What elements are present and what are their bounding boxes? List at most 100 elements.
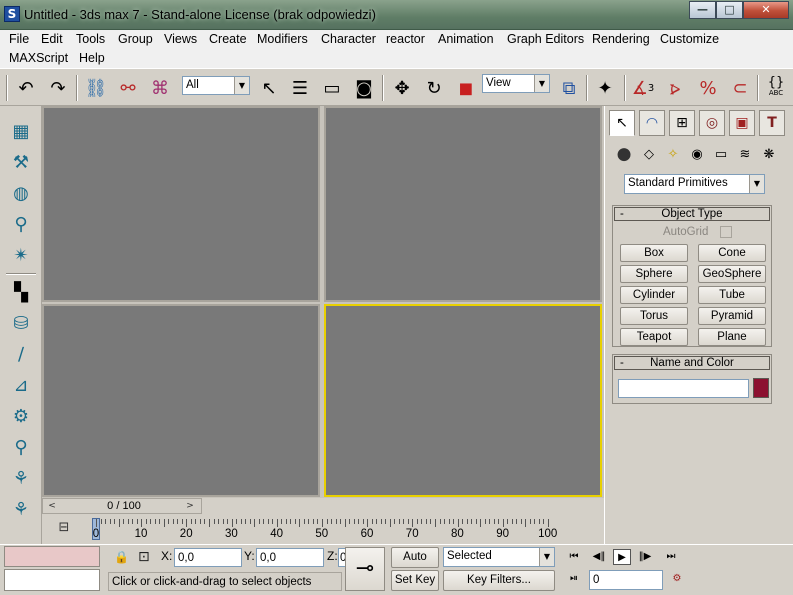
viewport-top-left[interactable] [42,106,320,302]
teapot-button[interactable]: Teapot [620,328,688,346]
menu-graph-editors[interactable]: Graph Editors [505,32,586,46]
geometry-icon[interactable]: ● [613,143,635,165]
close-button[interactable]: ✕ [743,1,789,19]
create-shape-icon[interactable]: ⚒ [8,149,34,175]
next-frame-icon[interactable]: > [183,500,197,512]
checker-icon[interactable]: ▚ [8,279,34,305]
set-key-icon[interactable]: ⊸ [345,547,385,591]
select-by-name-icon[interactable]: ☰ [287,75,313,101]
menu-views[interactable]: Views [162,32,199,46]
menu-group[interactable]: Group [116,32,155,46]
hierarchy-tab-icon[interactable]: ⊞ [669,110,695,136]
particle-icon[interactable]: ⚲ [8,434,34,460]
menu-character[interactable]: Character [319,32,378,46]
torus-button[interactable]: Torus [620,307,688,325]
3ds-max-logo-icon[interactable]: S [4,6,20,22]
key-filters-button[interactable]: Key Filters... [443,570,555,591]
menu-file[interactable]: File [7,32,31,46]
space-warps-icon[interactable]: ≋ [734,143,756,165]
modify-tab-icon[interactable]: ◠ [639,110,665,136]
play-icon[interactable]: ▶ [613,549,631,565]
maxscript-listener-mini[interactable] [4,546,100,567]
scale-icon[interactable]: ◼ [453,75,479,101]
auto-key-button[interactable]: Auto Key [391,547,439,582]
create-sphere-icon[interactable]: ◍ [8,180,34,206]
x-coordinate-field[interactable]: 0,0 [174,548,242,567]
pyramid-button[interactable]: Pyramid [698,307,766,325]
track-bar[interactable]: ⊟ 0 10 20 30 40 50 60 70 80 90 100 [42,514,604,544]
create-tab-icon[interactable]: ↖ [609,110,635,136]
select-and-link-icon[interactable]: ⛓ [83,75,109,101]
percent-snap-icon[interactable]: % [695,75,721,101]
y-coordinate-field[interactable]: 0,0 [256,548,324,567]
helpers-icon[interactable]: ▭ [710,143,732,165]
previous-frame-icon[interactable]: < [45,500,59,512]
key-mode-dropdown[interactable]: Selected ▼ [443,547,555,567]
set-key-button[interactable]: Set Key [391,570,439,591]
redo-icon[interactable]: ↷ [45,75,71,101]
systems-icon[interactable]: ❋ [758,143,780,165]
plane-button[interactable]: Plane [698,328,766,346]
box-button[interactable]: Box [620,244,688,262]
bend-modifier-icon[interactable]: ∕ [8,341,34,367]
manipulate-icon[interactable]: ✦ [592,75,618,101]
autogrid-checkbox[interactable] [720,226,732,238]
utilities-tab-icon[interactable]: T [759,110,785,136]
menu-edit[interactable]: Edit [39,32,65,46]
select-object-icon[interactable]: ↖ [256,75,282,101]
bird-icon[interactable]: ⚘ [8,465,34,491]
viewport-bottom-left[interactable] [42,304,320,497]
create-box-icon[interactable]: ▦ [8,118,34,144]
unlink-selection-icon[interactable]: ⚯ [115,75,141,101]
minimize-button[interactable]: — [689,1,716,19]
object-color-swatch[interactable] [753,378,769,398]
menu-help[interactable]: Help [77,51,107,65]
viewport-perspective-active[interactable] [324,304,602,497]
pivot-center-icon[interactable]: ⧉ [556,75,582,101]
edit-named-selection-icon[interactable]: {} ABC [763,75,789,101]
time-slider[interactable]: < 0 / 100 > [42,498,202,514]
geosphere-button[interactable]: GeoSphere [698,265,766,283]
object-category-dropdown[interactable]: Standard Primitives ▼ [624,174,765,194]
shapes-icon[interactable]: ◇ [638,143,660,165]
maxscript-output-mini[interactable] [4,569,100,591]
rectangular-selection-icon[interactable]: ▭ [319,75,345,101]
open-mini-curve-editor-icon[interactable]: ⊟ [52,518,76,538]
menu-maxscript[interactable]: MAXScript [7,51,70,65]
current-frame-field[interactable]: 0 [589,570,663,590]
menu-rendering[interactable]: Rendering [590,32,652,46]
undo-icon[interactable]: ↶ [13,75,39,101]
reference-coordinate-dropdown[interactable]: View ▼ [482,74,550,93]
spinner-snap-icon[interactable]: ⊂ [727,75,753,101]
go-to-end-icon[interactable]: ⏭ [662,549,680,565]
cameras-icon[interactable]: ◉ [686,143,708,165]
menu-tools[interactable]: Tools [74,32,107,46]
viewport-top-right[interactable] [324,106,602,302]
bind-to-space-warp-icon[interactable]: ⌘ [147,75,173,101]
time-configuration-icon[interactable]: ⚙ [668,571,686,587]
shape-modifier-icon[interactable]: ⊿ [8,372,34,398]
maximize-button[interactable]: □ [716,1,743,19]
modifier-stack-icon[interactable]: ⛁ [8,310,34,336]
cylinder-button[interactable]: Cylinder [620,286,688,304]
snaps-toggle-icon[interactable]: ∡ 3 [630,75,656,101]
menu-modifiers[interactable]: Modifiers [255,32,310,46]
selection-filter-dropdown[interactable]: All ▼ [182,76,250,95]
menu-reactor[interactable]: reactor [384,32,427,46]
character-icon[interactable]: ⚘ [8,496,34,522]
tube-button[interactable]: Tube [698,286,766,304]
menu-animation[interactable]: Animation [436,32,496,46]
name-and-color-rollout-header[interactable]: - Name and Color [614,356,770,370]
menu-create[interactable]: Create [207,32,249,46]
window-crossing-icon[interactable]: ◙ [351,75,377,101]
next-key-icon[interactable]: ‖▶ [636,549,654,565]
sphere-button[interactable]: Sphere [620,265,688,283]
create-helper-icon[interactable]: ✴ [8,242,34,268]
move-icon[interactable]: ✥ [389,75,415,101]
object-type-rollout-header[interactable]: - Object Type [614,207,770,221]
menu-customize[interactable]: Customize [658,32,721,46]
rotate-icon[interactable]: ↻ [421,75,447,101]
key-mode-toggle-icon[interactable]: ⏯ [565,571,583,587]
lock-icon[interactable]: 🔒 [114,550,129,564]
cone-button[interactable]: Cone [698,244,766,262]
